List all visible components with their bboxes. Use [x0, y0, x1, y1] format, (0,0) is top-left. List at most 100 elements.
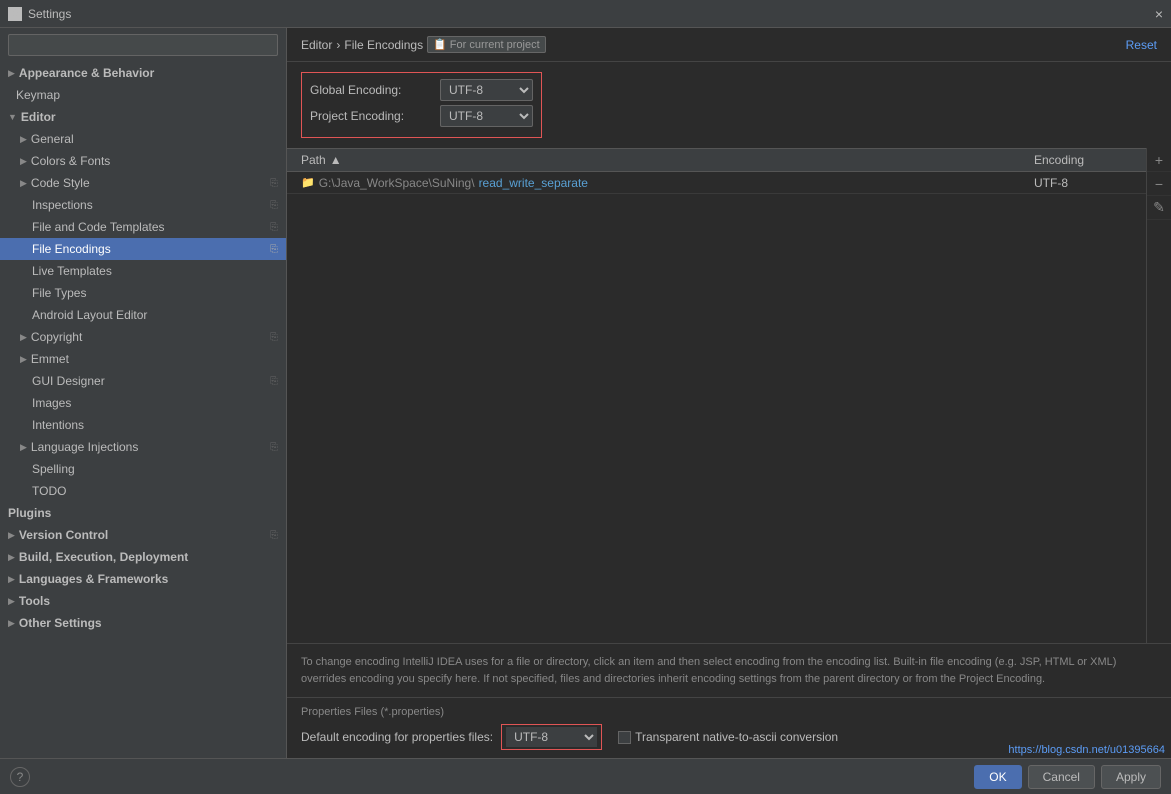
- arrow-icon: ▶: [20, 354, 27, 365]
- sidebar-label: Intentions: [32, 418, 84, 432]
- sidebar-item-intentions[interactable]: Intentions: [0, 414, 286, 436]
- sidebar-item-inspections[interactable]: Inspections ⎘: [0, 194, 286, 216]
- sidebar-item-gui-designer[interactable]: GUI Designer ⎘: [0, 370, 286, 392]
- reset-button[interactable]: Reset: [1126, 38, 1157, 52]
- copy-icon: ⎘: [270, 222, 278, 233]
- project-tag-icon: 📋: [433, 38, 447, 51]
- dialog-bottom: ? OK Cancel Apply: [0, 758, 1171, 794]
- sidebar-item-appearance[interactable]: ▶ Appearance & Behavior: [0, 62, 286, 84]
- search-input[interactable]: [8, 34, 278, 56]
- edit-button[interactable]: ✎: [1147, 196, 1171, 220]
- project-tag-label: For current project: [450, 39, 540, 51]
- sidebar-label: Emmet: [31, 352, 69, 366]
- transparent-label: Transparent native-to-ascii conversion: [635, 730, 838, 744]
- row-path: 📁 G:\Java_WorkSpace\SuNing\read_write_se…: [287, 173, 1026, 193]
- global-encoding-select[interactable]: UTF-8 ISO-8859-1 US-ASCII: [440, 79, 533, 101]
- transparent-checkbox-row: Transparent native-to-ascii conversion: [618, 730, 838, 744]
- sidebar-label: General: [31, 132, 74, 146]
- sidebar-item-spelling[interactable]: Spelling: [0, 458, 286, 480]
- breadcrumb-current: File Encodings: [344, 38, 423, 52]
- sidebar-label: Plugins: [8, 506, 51, 520]
- content-header: Editor › File Encodings 📋 For current pr…: [287, 28, 1171, 62]
- encoding-section: Global Encoding: UTF-8 ISO-8859-1 US-ASC…: [287, 62, 1171, 148]
- transparent-checkbox[interactable]: [618, 731, 631, 744]
- remove-button[interactable]: −: [1147, 172, 1171, 196]
- sidebar-item-file-code-templates[interactable]: File and Code Templates ⎘: [0, 216, 286, 238]
- sidebar-label: Android Layout Editor: [32, 308, 147, 322]
- add-button[interactable]: +: [1147, 148, 1171, 172]
- sidebar-label: TODO: [32, 484, 66, 498]
- sidebar-item-file-encodings[interactable]: File Encodings ⎘: [0, 238, 286, 260]
- sidebar-label: Spelling: [32, 462, 75, 476]
- project-encoding-select[interactable]: UTF-8 ISO-8859-1 US-ASCII: [440, 105, 533, 127]
- arrow-icon: ▶: [8, 530, 15, 541]
- sidebar-item-android-layout[interactable]: Android Layout Editor: [0, 304, 286, 326]
- sidebar-item-copyright[interactable]: ▶ Copyright ⎘: [0, 326, 286, 348]
- apply-button[interactable]: Apply: [1101, 765, 1161, 789]
- copy-icon: ⎘: [270, 332, 278, 343]
- sidebar-item-tools[interactable]: ▶ Tools: [0, 590, 286, 612]
- table-area: Path ▲ Encoding 📁 G:\Java_WorkSpace\SuNi…: [287, 148, 1171, 758]
- sidebar-item-other-settings[interactable]: ▶ Other Settings: [0, 612, 286, 634]
- sidebar-item-version-control[interactable]: ▶ Version Control ⎘: [0, 524, 286, 546]
- arrow-icon: ▶: [8, 596, 15, 607]
- sidebar-item-plugins[interactable]: Plugins: [0, 502, 286, 524]
- global-encoding-label: Global Encoding:: [310, 83, 440, 97]
- sidebar-item-editor[interactable]: ▼ Editor: [0, 106, 286, 128]
- sidebar-item-live-templates[interactable]: Live Templates: [0, 260, 286, 282]
- sidebar-label: Language Injections: [31, 440, 138, 454]
- arrow-icon: ▶: [8, 574, 15, 585]
- sidebar-label: Colors & Fonts: [31, 154, 110, 168]
- sidebar-label: GUI Designer: [32, 374, 105, 388]
- table-body: 📁 G:\Java_WorkSpace\SuNing\read_write_se…: [287, 172, 1146, 643]
- arrow-icon: ▶: [20, 442, 27, 453]
- copy-icon: ⎘: [270, 530, 278, 541]
- project-encoding-label: Project Encoding:: [310, 109, 440, 123]
- help-button[interactable]: ?: [10, 767, 30, 787]
- project-tag: 📋 For current project: [427, 36, 546, 53]
- path-prefix: G:\Java_WorkSpace\SuNing\: [319, 176, 475, 190]
- breadcrumb-parent: Editor: [301, 38, 332, 52]
- title-bar-left: ⚙ Settings: [8, 7, 71, 21]
- sidebar-item-file-types[interactable]: File Types: [0, 282, 286, 304]
- arrow-icon: ▶: [20, 156, 27, 167]
- sidebar-item-language-injections[interactable]: ▶ Language Injections ⎘: [0, 436, 286, 458]
- encoding-box: Global Encoding: UTF-8 ISO-8859-1 US-ASC…: [301, 72, 542, 138]
- dialog-body: ▶ Appearance & Behavior Keymap ▼ Editor …: [0, 28, 1171, 758]
- prop-encoding-select[interactable]: UTF-8 ISO-8859-1: [506, 727, 597, 747]
- breadcrumb-separator: ›: [336, 38, 340, 52]
- sidebar-item-colors-fonts[interactable]: ▶ Colors & Fonts: [0, 150, 286, 172]
- arrow-icon: ▶: [8, 68, 15, 79]
- watermark: https://blog.csdn.net/u01395664: [1002, 742, 1171, 758]
- sidebar-label: Version Control: [19, 528, 108, 542]
- title-bar: ⚙ Settings ×: [0, 0, 1171, 28]
- sidebar-label: Other Settings: [19, 616, 102, 630]
- sidebar-item-languages[interactable]: ▶ Languages & Frameworks: [0, 568, 286, 590]
- ok-button[interactable]: OK: [974, 765, 1021, 789]
- sidebar-item-build-exec[interactable]: ▶ Build, Execution, Deployment: [0, 546, 286, 568]
- sidebar-label: Editor: [21, 110, 56, 124]
- close-button[interactable]: ×: [1155, 6, 1163, 22]
- breadcrumb: Editor › File Encodings 📋 For current pr…: [301, 36, 546, 53]
- settings-icon: ⚙: [8, 7, 22, 21]
- arrow-icon: ▶: [20, 134, 27, 145]
- sidebar-item-todo[interactable]: TODO: [0, 480, 286, 502]
- cancel-button[interactable]: Cancel: [1028, 765, 1095, 789]
- arrow-icon: ▶: [20, 332, 27, 343]
- path-label: Path: [301, 153, 326, 167]
- sidebar-label: Build, Execution, Deployment: [19, 550, 188, 564]
- sort-icon[interactable]: ▲: [330, 153, 342, 167]
- title-bar-title: Settings: [28, 7, 71, 21]
- arrow-icon: ▼: [8, 112, 17, 122]
- properties-title: Properties Files (*.properties): [301, 706, 1157, 718]
- sidebar-item-images[interactable]: Images: [0, 392, 286, 414]
- arrow-icon: ▶: [8, 618, 15, 629]
- sidebar-label: Appearance & Behavior: [19, 66, 154, 80]
- sidebar-item-keymap[interactable]: Keymap: [0, 84, 286, 106]
- sidebar-item-general[interactable]: ▶ General: [0, 128, 286, 150]
- sidebar-item-code-style[interactable]: ▶ Code Style ⎘: [0, 172, 286, 194]
- sidebar-label: Code Style: [31, 176, 90, 190]
- table-row[interactable]: 📁 G:\Java_WorkSpace\SuNing\read_write_se…: [287, 172, 1146, 194]
- content-area: Editor › File Encodings 📋 For current pr…: [287, 28, 1171, 758]
- sidebar-item-emmet[interactable]: ▶ Emmet: [0, 348, 286, 370]
